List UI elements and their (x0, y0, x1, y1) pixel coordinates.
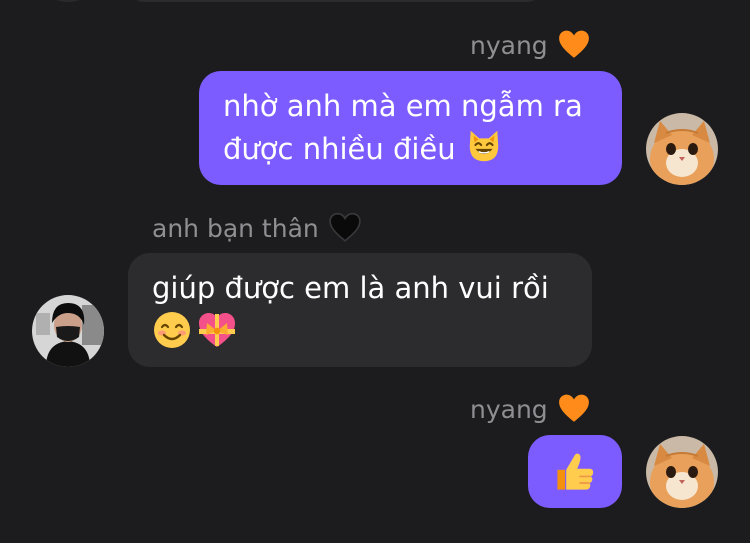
orange-heart-icon (558, 394, 589, 422)
avatar-cut-off (48, 0, 88, 2)
sender-name-label: nyang (470, 394, 548, 424)
cat-avatar[interactable] (646, 113, 718, 185)
sender-name-nyang: nyang (470, 28, 591, 62)
message-text: giúp được em là anh vui rồi (152, 271, 549, 305)
sender-name-friend: anh bạn thân (152, 211, 362, 245)
thumbs-up-emoji (557, 453, 594, 490)
sender-name-label: anh bạn thân (152, 213, 319, 243)
black-heart-icon (329, 212, 361, 242)
message-bubble-outgoing-emoji[interactable] (528, 435, 622, 508)
message-bubble-incoming[interactable]: giúp được em là anh vui rồi (128, 253, 592, 367)
orange-heart-icon (558, 30, 589, 58)
cat-avatar[interactable] (646, 436, 718, 508)
heart-with-ribbon-emoji (199, 312, 235, 347)
smiling-face-emoji (154, 311, 190, 348)
message-emoji-line (152, 309, 592, 350)
message-bubble-cut-off (128, 0, 543, 2)
message-text-line-2: được nhiều điều (223, 127, 622, 170)
message-text: được nhiều điều (223, 132, 456, 166)
sender-name-nyang: nyang (470, 392, 591, 426)
smiling-cat-emoji (469, 130, 499, 162)
masked-person-avatar[interactable] (32, 295, 104, 367)
message-bubble-outgoing[interactable]: nhờ anh mà em ngẫm ra được nhiều điều (199, 71, 622, 185)
message-text-line: nhờ anh mà em ngẫm ra (223, 89, 583, 123)
sender-name-label: nyang (470, 30, 548, 60)
